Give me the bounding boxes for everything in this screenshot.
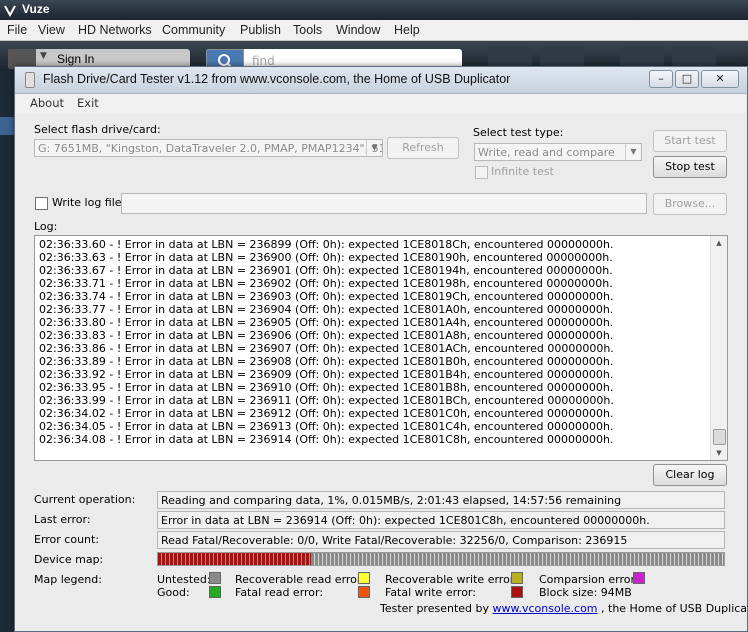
test-type-select[interactable]: Write, read and compare ▼ xyxy=(474,143,642,161)
device-map-label: Device map: xyxy=(34,553,104,566)
log-line: 02:36:33.60 - ! Error in data at LBN = 2… xyxy=(39,238,614,251)
minimize-button[interactable]: – xyxy=(649,70,673,88)
vuze-menu-tools[interactable]: Tools xyxy=(293,23,322,37)
log-line: 02:36:33.71 - ! Error in data at LBN = 2… xyxy=(39,277,613,290)
vuze-titlebar: Vuze xyxy=(0,0,748,20)
write-log-checkbox[interactable] xyxy=(35,197,48,210)
test-type-label: Select test type: xyxy=(473,126,564,139)
log-line: 02:36:33.63 - ! Error in data at LBN = 2… xyxy=(39,251,613,264)
legend-untested-swatch xyxy=(209,572,221,584)
legend-recoverable-write-swatch xyxy=(511,572,523,584)
tester-menubar: About Exit xyxy=(16,94,746,114)
drive-select[interactable]: G: 7651MB, "Kingston, DataTraveler 2.0, … xyxy=(34,139,383,157)
legend-fatal-write-swatch xyxy=(511,586,523,598)
footer-credit: Tester presented by www.vconsole.com , t… xyxy=(380,602,748,615)
infinite-test-label: Infinite test xyxy=(491,165,554,178)
start-test-button[interactable]: Start test xyxy=(653,130,727,152)
legend-block-size-label: Block size: 94MB xyxy=(539,586,632,599)
legend-comparison-swatch xyxy=(633,572,645,584)
drive-label: Select flash drive/card: xyxy=(34,123,161,136)
sign-in-label: Sign In xyxy=(57,52,95,66)
log-line: 02:36:34.02 - ! Error in data at LBN = 2… xyxy=(39,407,614,420)
menu-exit[interactable]: Exit xyxy=(77,96,99,110)
vuze-menu-file[interactable]: File xyxy=(7,23,27,37)
log-scrollbar[interactable]: ▲ ▼ xyxy=(710,236,727,460)
scroll-down-icon[interactable]: ▼ xyxy=(711,446,727,460)
legend-fatal-read-label: Fatal read error: xyxy=(235,586,324,599)
chevron-down-icon: ▼ xyxy=(625,144,641,160)
vuze-menubar: File View HD Networks Community Publish … xyxy=(0,20,748,41)
window-title: Flash Drive/Card Tester v1.12 from www.v… xyxy=(43,72,511,86)
legend-recoverable-read-swatch xyxy=(358,572,370,584)
vuze-menu-community[interactable]: Community xyxy=(162,23,225,37)
vuze-title: Vuze xyxy=(22,2,50,16)
browse-button[interactable]: Browse... xyxy=(653,193,727,215)
vconsole-link[interactable]: www.vconsole.com xyxy=(493,602,598,615)
log-line: 02:36:33.86 - ! Error in data at LBN = 2… xyxy=(39,342,614,355)
vuze-logo-icon xyxy=(4,5,16,17)
log-line: 02:36:33.99 - ! Error in data at LBN = 2… xyxy=(39,394,614,407)
log-line: 02:36:34.08 - ! Error in data at LBN = 2… xyxy=(39,433,614,446)
scroll-up-icon[interactable]: ▲ xyxy=(711,236,727,250)
device-map xyxy=(157,552,725,566)
log-label: Log: xyxy=(34,220,58,233)
log-line: 02:36:33.95 - ! Error in data at LBN = 2… xyxy=(39,381,614,394)
log-line: 02:36:33.92 - ! Error in data at LBN = 2… xyxy=(39,368,614,381)
menu-about[interactable]: About xyxy=(30,96,64,110)
log-textarea[interactable]: 02:36:33.60 - ! Error in data at LBN = 2… xyxy=(34,235,728,461)
device-map-error-region xyxy=(158,553,311,565)
legend-good-label: Good: xyxy=(157,586,190,599)
tester-window: Flash Drive/Card Tester v1.12 from www.v… xyxy=(14,66,748,632)
current-operation-field: Reading and comparing data, 1%, 0.015MB/… xyxy=(157,491,725,509)
log-line: 02:36:33.89 - ! Error in data at LBN = 2… xyxy=(39,355,614,368)
log-file-path-input[interactable] xyxy=(121,193,647,214)
infinite-test-checkbox[interactable] xyxy=(475,166,488,179)
vuze-menu-view[interactable]: View xyxy=(38,23,65,37)
log-line: 02:36:33.83 - ! Error in data at LBN = 2… xyxy=(39,329,614,342)
drive-select-value: G: 7651MB, "Kingston, DataTraveler 2.0, … xyxy=(38,142,383,155)
usb-drive-icon xyxy=(25,72,35,88)
log-line: 02:36:33.74 - ! Error in data at LBN = 2… xyxy=(39,290,614,303)
error-count-field: Read Fatal/Recoverable: 0/0, Write Fatal… xyxy=(157,531,725,549)
vuze-menu-hd-networks[interactable]: HD Networks xyxy=(78,23,152,37)
log-line: 02:36:33.80 - ! Error in data at LBN = 2… xyxy=(39,316,614,329)
scrollbar-thumb[interactable] xyxy=(713,429,726,445)
legend-recoverable-write-label: Recoverable write error: xyxy=(385,573,518,586)
log-line: 02:36:33.77 - ! Error in data at LBN = 2… xyxy=(39,303,614,316)
error-count-label: Error count: xyxy=(34,533,100,546)
device-map-untested-region xyxy=(310,553,724,565)
legend-fatal-read-swatch xyxy=(358,586,370,598)
map-legend-label: Map legend: xyxy=(34,573,102,586)
legend-good-swatch xyxy=(209,586,221,598)
last-error-label: Last error: xyxy=(34,513,91,526)
test-type-value: Write, read and compare xyxy=(478,146,615,159)
log-lines: 02:36:33.60 - ! Error in data at LBN = 2… xyxy=(39,238,614,446)
current-operation-label: Current operation: xyxy=(34,493,136,506)
footer-prefix: Tester presented by xyxy=(380,602,493,615)
legend-comparison-label: Comparsion error: xyxy=(539,573,639,586)
legend-untested-label: Untested: xyxy=(157,573,211,586)
chevron-down-icon: ▼ xyxy=(40,51,47,61)
last-error-field: Error in data at LBN = 236914 (Off: 0h):… xyxy=(157,511,725,529)
vuze-menu-publish[interactable]: Publish xyxy=(240,23,281,37)
log-line: 02:36:33.67 - ! Error in data at LBN = 2… xyxy=(39,264,613,277)
clear-log-button[interactable]: Clear log xyxy=(653,464,727,486)
vuze-sidebar-selection xyxy=(0,117,14,135)
write-log-label: Write log file xyxy=(52,196,122,209)
footer-suffix: , the Home of USB Duplicator. xyxy=(601,602,748,615)
maximize-button[interactable]: □ xyxy=(675,70,699,88)
vuze-menu-help[interactable]: Help xyxy=(394,23,420,37)
legend-fatal-write-label: Fatal write error: xyxy=(385,586,476,599)
legend-recoverable-read-label: Recoverable read error: xyxy=(235,573,365,586)
refresh-button[interactable]: Refresh xyxy=(387,137,459,159)
stop-test-button[interactable]: Stop test xyxy=(653,156,727,178)
chevron-down-icon: ▼ xyxy=(366,140,382,156)
tester-titlebar: Flash Drive/Card Tester v1.12 from www.v… xyxy=(15,67,747,94)
vuze-menu-window[interactable]: Window xyxy=(336,23,380,37)
close-button[interactable]: ✕ xyxy=(701,70,739,88)
log-line: 02:36:34.05 - ! Error in data at LBN = 2… xyxy=(39,420,614,433)
